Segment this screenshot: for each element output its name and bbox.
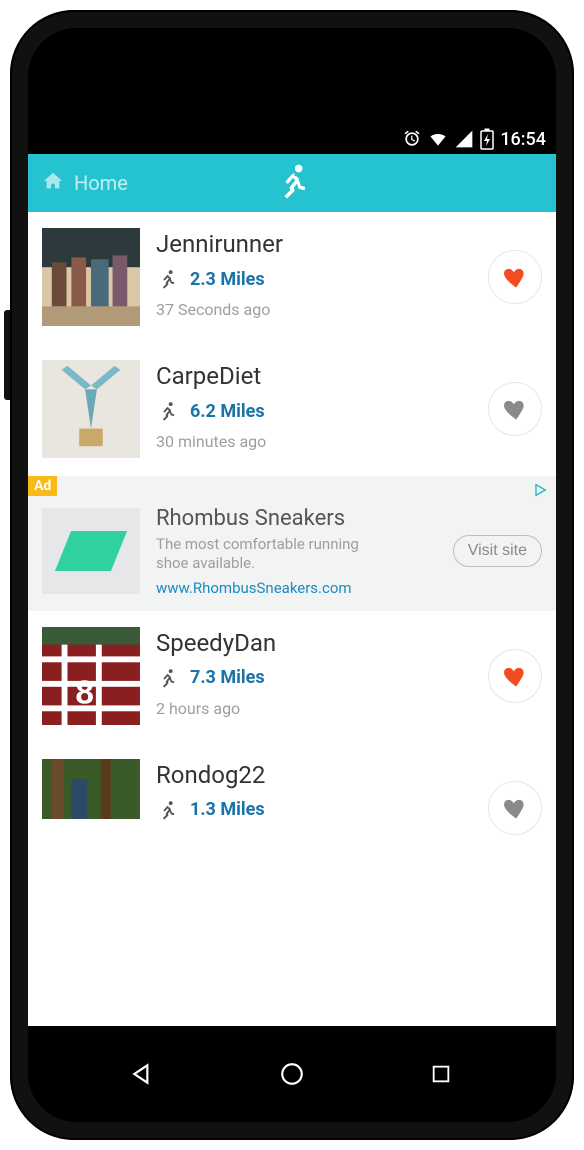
ad-unit[interactable]: Ad Rhombus Sneakers The most comfortable… bbox=[28, 476, 556, 611]
like-button[interactable] bbox=[488, 382, 542, 436]
feed-body: Jennirunner 2.3 Miles 37 Seconds ago bbox=[156, 228, 472, 319]
like-button[interactable] bbox=[488, 781, 542, 835]
activity-thumbnail: 8 bbox=[42, 627, 140, 725]
distance-value: 1.3 Miles bbox=[190, 799, 265, 820]
activity-thumbnail bbox=[42, 228, 140, 326]
like-button[interactable] bbox=[488, 649, 542, 703]
home-nav-button[interactable] bbox=[277, 1059, 307, 1089]
username[interactable]: CarpeDiet bbox=[156, 362, 472, 390]
ad-thumbnail bbox=[42, 508, 140, 594]
status-time: 16:54 bbox=[500, 129, 546, 150]
username[interactable]: Jennirunner bbox=[156, 230, 472, 258]
runner-icon bbox=[156, 799, 178, 821]
svg-text:8: 8 bbox=[75, 674, 94, 711]
signal-icon bbox=[454, 129, 474, 149]
heart-icon bbox=[501, 662, 529, 690]
rhombus-icon bbox=[55, 531, 127, 571]
activity-thumbnail bbox=[42, 360, 140, 458]
top-bezel bbox=[28, 28, 556, 124]
app-header: Home bbox=[28, 154, 556, 212]
screen: 16:54 Home bbox=[28, 124, 556, 1026]
feed-body: SpeedyDan 7.3 Miles 2 hours ago bbox=[156, 627, 472, 718]
feed-item[interactable]: CarpeDiet 6.2 Miles 30 minutes ago bbox=[28, 344, 556, 476]
activity-metric: 1.3 Miles bbox=[156, 799, 472, 821]
distance-value: 6.2 Miles bbox=[190, 401, 265, 422]
feed-item[interactable]: Jennirunner 2.3 Miles 37 Seconds ago bbox=[28, 212, 556, 344]
home-label: Home bbox=[74, 171, 128, 195]
like-button[interactable] bbox=[488, 250, 542, 304]
ad-body: Rhombus Sneakers The most comfortable ru… bbox=[156, 506, 437, 597]
username[interactable]: Rondog22 bbox=[156, 761, 472, 789]
wifi-icon bbox=[428, 129, 448, 149]
ad-title: Rhombus Sneakers bbox=[156, 506, 437, 531]
alarm-icon bbox=[402, 129, 422, 149]
adchoices-icon[interactable] bbox=[532, 482, 548, 502]
back-button[interactable] bbox=[128, 1059, 158, 1089]
home-icon bbox=[42, 170, 64, 197]
timestamp: 37 Seconds ago bbox=[156, 300, 472, 319]
ad-url[interactable]: www.RhombusSneakers.com bbox=[156, 579, 437, 597]
feed-item[interactable]: Rondog22 1.3 Miles bbox=[28, 743, 556, 853]
app-logo bbox=[272, 161, 312, 205]
heart-icon bbox=[501, 263, 529, 291]
heart-icon bbox=[501, 794, 529, 822]
phone-frame: 16:54 Home bbox=[10, 10, 574, 1140]
ad-description: The most comfortable running shoe availa… bbox=[156, 535, 376, 573]
activity-thumbnail bbox=[42, 759, 140, 819]
android-nav-bar bbox=[28, 1026, 556, 1122]
distance-value: 7.3 Miles bbox=[190, 667, 265, 688]
activity-feed[interactable]: Jennirunner 2.3 Miles 37 Seconds ago bbox=[28, 212, 556, 1026]
ad-cta-button[interactable]: Visit site bbox=[453, 535, 542, 567]
battery-icon bbox=[480, 128, 494, 150]
feed-item[interactable]: 8 SpeedyDan 7.3 Miles 2 hours ago bbox=[28, 611, 556, 743]
feed-body: CarpeDiet 6.2 Miles 30 minutes ago bbox=[156, 360, 472, 451]
status-bar: 16:54 bbox=[28, 124, 556, 154]
ad-badge: Ad bbox=[28, 476, 57, 496]
activity-metric: 7.3 Miles bbox=[156, 667, 472, 689]
recents-button[interactable] bbox=[426, 1059, 456, 1089]
power-button bbox=[4, 310, 10, 400]
distance-value: 2.3 Miles bbox=[190, 269, 265, 290]
feed-body: Rondog22 1.3 Miles bbox=[156, 759, 472, 831]
runner-icon bbox=[156, 667, 178, 689]
activity-metric: 6.2 Miles bbox=[156, 400, 472, 422]
timestamp: 30 minutes ago bbox=[156, 432, 472, 451]
timestamp: 2 hours ago bbox=[156, 699, 472, 718]
runner-icon bbox=[156, 400, 178, 422]
runner-icon bbox=[156, 268, 178, 290]
home-button[interactable]: Home bbox=[28, 154, 142, 212]
heart-icon bbox=[501, 395, 529, 423]
phone-inner: 16:54 Home bbox=[28, 28, 556, 1122]
activity-metric: 2.3 Miles bbox=[156, 268, 472, 290]
username[interactable]: SpeedyDan bbox=[156, 629, 472, 657]
